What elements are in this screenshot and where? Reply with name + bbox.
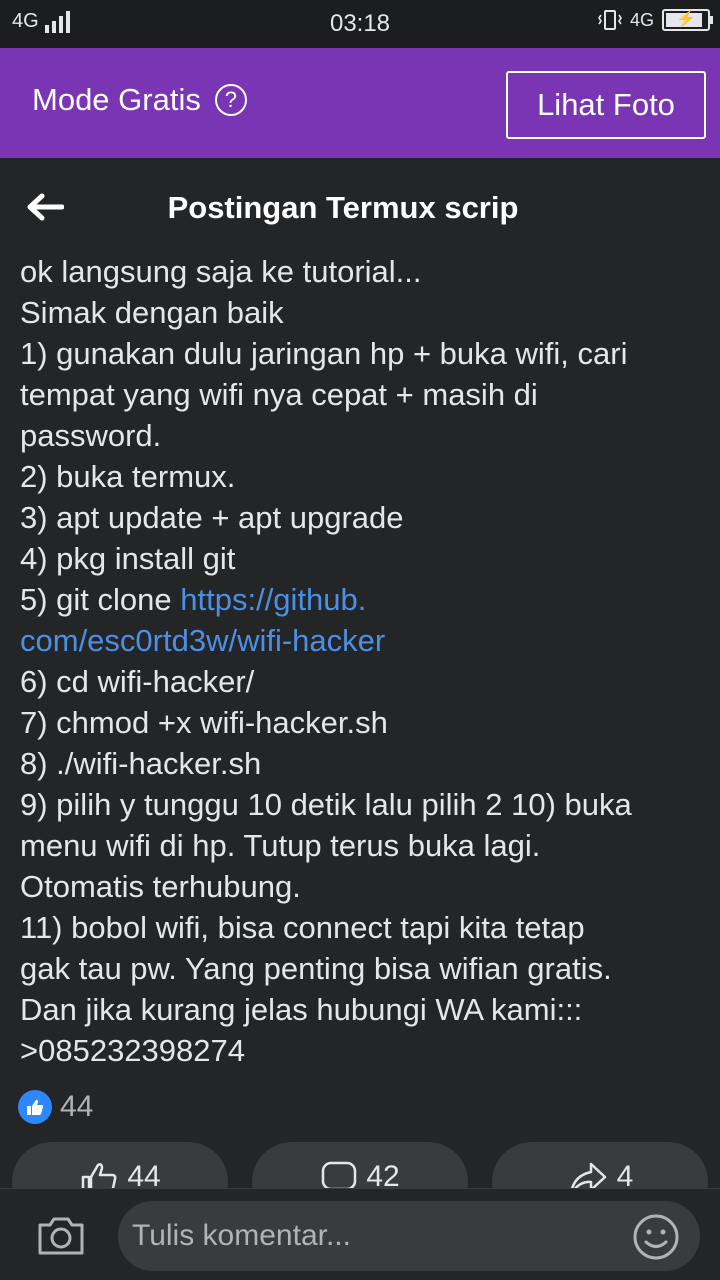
thumbs-up-icon [27,1099,44,1115]
like-reaction-icon [18,1090,52,1124]
view-photo-button[interactable]: Lihat Foto [506,71,706,139]
post-line: menu wifi di hp. Tutup terus buka lagi. [20,828,541,863]
battery-icon: ⚡ [662,9,713,31]
post-line: tempat yang wifi nya cepat + masih di [20,377,538,412]
post-line: password. [20,418,162,453]
post-line: 1) gunakan dulu jaringan hp + buka wifi,… [20,336,628,371]
post-line: >085232398274 [20,1033,245,1068]
post-line: 9) pilih y tunggu 10 detik lalu pilih 2 … [20,787,632,822]
free-mode-label-group[interactable]: Mode Gratis ? [32,82,247,118]
post-line: ok langsung saja ke tutorial... [20,254,422,289]
comment-count: 42 [366,1160,400,1188]
post-line: 8) ./wifi-hacker.sh [20,746,262,781]
network-type-right: 4G [629,9,654,30]
post-body: ok langsung saja ke tutorial... Simak de… [20,251,710,1071]
comment-bar [0,1188,720,1280]
post-line-with-link: 5) git clone https://github. [20,579,710,620]
post-line: Dan jika kurang jelas hubungi WA kami::: [20,992,583,1027]
camera-button[interactable] [36,1213,86,1257]
post-line: 6) cd wifi-hacker/ [20,664,255,699]
comment-button[interactable]: 42 [252,1142,468,1188]
reaction-summary[interactable]: 44 [18,1090,93,1124]
post-line: 7) chmod +x wifi-hacker.sh [20,705,388,740]
github-link-continued[interactable]: com/esc0rtd3w/wifi-hacker [20,623,385,658]
like-count: 44 [127,1160,161,1188]
post-line: Simak dengan baik [20,295,284,330]
post-line: gak tau pw. Yang penting bisa wifian gra… [20,951,612,986]
emoji-button[interactable] [632,1213,680,1261]
share-arrow-icon [570,1162,606,1188]
free-mode-label: Mode Gratis [32,82,201,117]
post-line: 4) pkg install git [20,541,236,576]
post-line: 5) git clone [20,582,181,617]
comment-bubble-icon [322,1161,357,1188]
share-button[interactable]: 4 [492,1142,708,1188]
page-title: Postingan Termux scrip [167,190,519,225]
post-actions: 44 42 4 [0,1142,720,1188]
status-right: 4G ⚡ [598,9,713,31]
github-link[interactable]: https://github. [180,582,366,617]
camera-icon [38,1217,84,1255]
thumbs-up-icon [82,1163,117,1188]
comment-input[interactable] [118,1201,700,1271]
post-line: Otomatis terhubung. [20,869,301,904]
free-mode-banner: Mode Gratis ? Lihat Foto [0,48,720,158]
post-line: 11) bobol wifi, bisa connect tapi kita t… [20,910,585,945]
smiley-icon [633,1214,679,1260]
share-count: 4 [616,1160,634,1188]
help-icon[interactable]: ? [214,84,247,116]
status-bar: 4G 03:18 4G ⚡ [0,0,720,48]
post-header: Postingan Termux scrip [0,158,720,256]
vibrate-icon [598,10,622,30]
post-line: 3) apt update + apt upgrade [20,500,404,535]
like-button[interactable]: 44 [12,1142,228,1188]
reaction-count: 44 [60,1090,94,1123]
post-line: 2) buka termux. [20,459,236,494]
